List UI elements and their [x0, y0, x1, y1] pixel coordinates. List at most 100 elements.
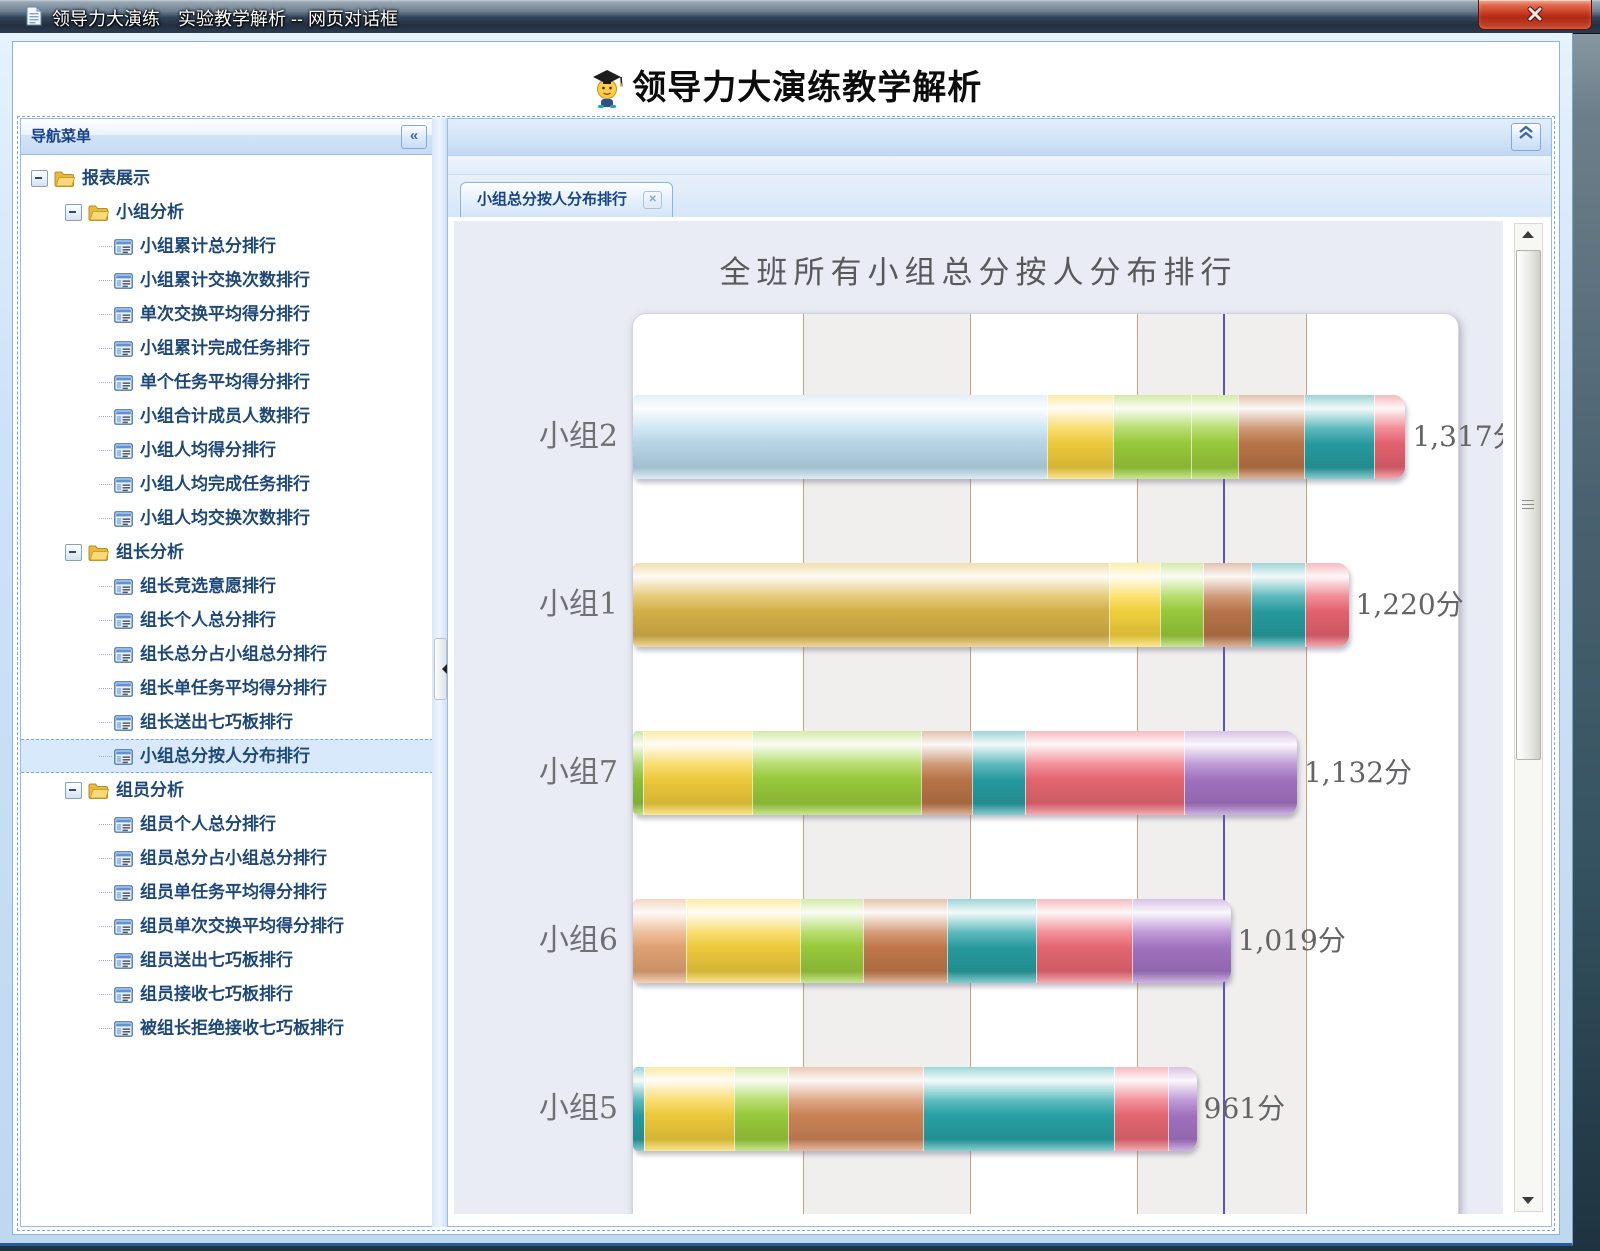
- tab-close-icon[interactable]: ✕: [643, 191, 662, 209]
- bar-segment[interactable]: [1304, 395, 1374, 479]
- bar-segment[interactable]: [752, 731, 921, 815]
- tree-item[interactable]: 小组累计总分排行: [21, 229, 433, 263]
- bar-segment[interactable]: [1168, 1067, 1197, 1151]
- report-icon: [114, 749, 133, 765]
- bar-segment[interactable]: [1251, 563, 1305, 647]
- tree-folder[interactable]: 组员分析: [21, 773, 433, 807]
- mascot-icon: [590, 69, 624, 109]
- bar-segment[interactable]: [1305, 563, 1349, 647]
- tree-item[interactable]: 组员单任务平均得分排行: [21, 875, 433, 909]
- stacked-bar[interactable]: [633, 395, 1405, 479]
- bar-segment[interactable]: [1238, 395, 1304, 479]
- stacked-bar[interactable]: [633, 731, 1297, 815]
- tree-connector: [99, 348, 112, 350]
- tree-item[interactable]: 组长个人总分排行: [21, 603, 433, 637]
- tree-item[interactable]: 小组人均完成任务排行: [21, 467, 433, 501]
- bar-segment[interactable]: [1191, 395, 1238, 479]
- bar-segment[interactable]: [686, 899, 799, 983]
- bar-segment[interactable]: [947, 899, 1037, 983]
- bar-segment[interactable]: [788, 1067, 923, 1151]
- report-icon: [114, 953, 133, 969]
- tree-item[interactable]: 单个任务平均得分排行: [21, 365, 433, 399]
- bar-segment[interactable]: [734, 1067, 788, 1151]
- main-content: 全班所有小组总分按人分布排行 小组21,317分小组11,220分小组71,13…: [448, 217, 1551, 1226]
- bar-segment[interactable]: [1203, 563, 1250, 647]
- panel-collapse-button[interactable]: [1511, 123, 1541, 151]
- bar-segment[interactable]: [1025, 731, 1184, 815]
- tree-item[interactable]: 组员单次交换平均得分排行: [21, 909, 433, 943]
- bar-segment[interactable]: [1036, 899, 1132, 983]
- tree-item-selected[interactable]: 小组总分按人分布排行: [21, 739, 433, 773]
- scroll-up-button[interactable]: [1515, 224, 1542, 246]
- bar-segment[interactable]: [633, 563, 1109, 647]
- tree-expander-icon[interactable]: [65, 782, 82, 799]
- stacked-bar[interactable]: [633, 1067, 1197, 1151]
- tree-folder[interactable]: 组长分析: [21, 535, 433, 569]
- folder-icon: [88, 545, 109, 561]
- bar-segment[interactable]: [1160, 563, 1204, 647]
- tree-item-label: 小组分析: [116, 203, 184, 222]
- bar-segment[interactable]: [921, 731, 971, 815]
- bar-segment[interactable]: [1132, 899, 1231, 983]
- bar-segment[interactable]: [643, 731, 753, 815]
- tree-item[interactable]: 被组长拒绝接收七巧板排行: [21, 1011, 433, 1045]
- close-button[interactable]: [1478, 0, 1592, 30]
- tree-item[interactable]: 单次交换平均得分排行: [21, 297, 433, 331]
- bar-segment[interactable]: [1184, 731, 1297, 815]
- tree-connector: [99, 382, 112, 384]
- bar-segment[interactable]: [1109, 563, 1160, 647]
- bar-segment[interactable]: [863, 899, 947, 983]
- tree-item[interactable]: 小组累计交换次数排行: [21, 263, 433, 297]
- tree-expander-icon[interactable]: [31, 170, 48, 187]
- tree-item[interactable]: 组长总分占小组总分排行: [21, 637, 433, 671]
- bar-value-label: 1,132分: [1304, 731, 1412, 815]
- y-axis-label: 小组7: [460, 689, 618, 857]
- tree-connector: [99, 892, 112, 894]
- bar-segment[interactable]: [923, 1067, 1114, 1151]
- tree-item-label: 组员分析: [116, 781, 184, 800]
- window-titlebar[interactable]: 领导力大演练 实验教学解析 -- 网页对话框: [0, 0, 1600, 34]
- panel-splitter[interactable]: [432, 118, 447, 1227]
- bar-segment[interactable]: [633, 899, 686, 983]
- tree-item[interactable]: 组长竞选意愿排行: [21, 569, 433, 603]
- tree-item[interactable]: 小组人均交换次数排行: [21, 501, 433, 535]
- tree-item-label: 组员接收七巧板排行: [140, 985, 293, 1004]
- tree-item-label: 小组人均交换次数排行: [140, 509, 310, 528]
- tree-item[interactable]: 小组累计完成任务排行: [21, 331, 433, 365]
- bar-segment[interactable]: [1114, 1067, 1168, 1151]
- bar-segment[interactable]: [1113, 395, 1191, 479]
- bar-segment[interactable]: [800, 899, 863, 983]
- tree-folder[interactable]: 报表展示: [21, 161, 433, 195]
- tree-expander-icon[interactable]: [65, 204, 82, 221]
- scrollbar-thumb[interactable]: [1516, 250, 1541, 760]
- tab-active[interactable]: 小组总分按人分布排行 ✕: [460, 182, 673, 217]
- vertical-scrollbar[interactable]: [1514, 223, 1543, 1212]
- tree-item[interactable]: 小组合计成员人数排行: [21, 399, 433, 433]
- scroll-down-button[interactable]: [1515, 1189, 1542, 1211]
- chart-row: 小组11,220分: [632, 521, 1459, 689]
- bar-segment[interactable]: [1047, 395, 1113, 479]
- bar-segment[interactable]: [633, 1067, 644, 1151]
- tree-item[interactable]: 组员个人总分排行: [21, 807, 433, 841]
- stacked-bar[interactable]: [633, 563, 1349, 647]
- stacked-bar[interactable]: [633, 899, 1231, 983]
- bar-segment[interactable]: [633, 395, 1047, 479]
- tree-item[interactable]: 组长送出七巧板排行: [21, 705, 433, 739]
- tree-connector: [99, 654, 112, 656]
- tree-connector: [99, 824, 112, 826]
- splitter-collapse-handle[interactable]: [434, 638, 447, 700]
- tree-item[interactable]: 组员送出七巧板排行: [21, 943, 433, 977]
- tree-item[interactable]: 组长单任务平均得分排行: [21, 671, 433, 705]
- tree-item[interactable]: 组员接收七巧板排行: [21, 977, 433, 1011]
- bar-segment[interactable]: [633, 731, 643, 815]
- tree-item-label: 组员单任务平均得分排行: [140, 883, 327, 902]
- bar-segment[interactable]: [972, 731, 1026, 815]
- tree-item[interactable]: 组员总分占小组总分排行: [21, 841, 433, 875]
- tree-item-label: 小组累计总分排行: [140, 237, 276, 256]
- tree-expander-icon[interactable]: [65, 544, 82, 561]
- bar-segment[interactable]: [644, 1067, 734, 1151]
- bar-segment[interactable]: [1374, 395, 1406, 479]
- tree-item[interactable]: 小组人均得分排行: [21, 433, 433, 467]
- sidebar-collapse-button[interactable]: «: [401, 125, 427, 149]
- tree-folder[interactable]: 小组分析: [21, 195, 433, 229]
